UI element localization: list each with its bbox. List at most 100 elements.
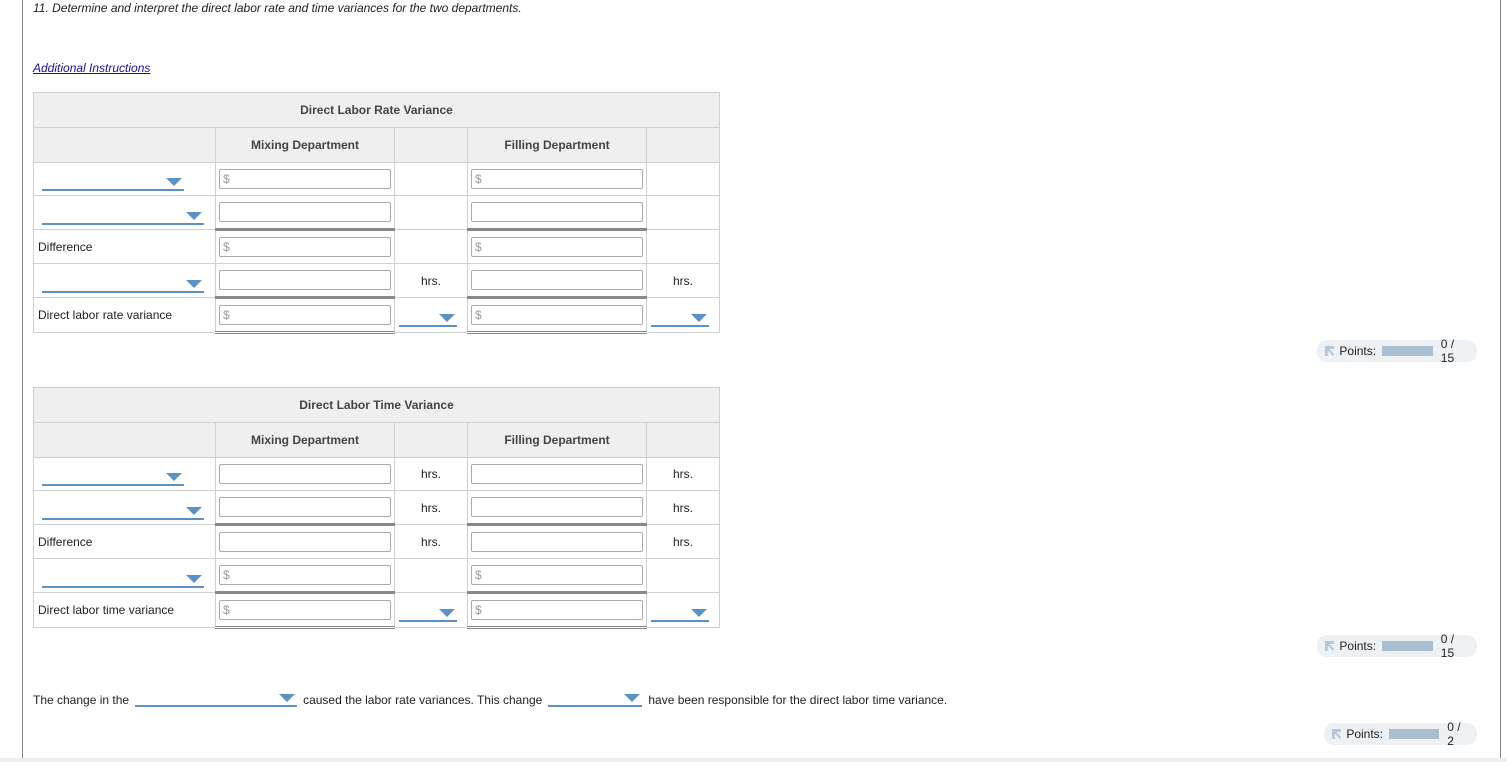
filling-input[interactable]: $ bbox=[471, 305, 643, 325]
sentence-part-2: caused the labor rate variances. This ch… bbox=[303, 693, 543, 707]
dollar-prefix: $ bbox=[475, 240, 482, 254]
dollar-prefix: $ bbox=[223, 603, 230, 617]
filling-input[interactable]: $ bbox=[471, 169, 643, 189]
dollar-prefix: $ bbox=[223, 172, 230, 186]
chevron-down-icon bbox=[186, 506, 202, 515]
time-col-filling: Filling Department bbox=[467, 422, 647, 458]
mixing-input[interactable]: $ bbox=[219, 565, 391, 585]
chevron-down-icon bbox=[624, 694, 641, 702]
dollar-prefix: $ bbox=[223, 308, 230, 322]
mixing-input[interactable] bbox=[219, 497, 391, 517]
filling-input[interactable]: $ bbox=[471, 565, 643, 585]
row-label: Direct labor rate variance bbox=[38, 308, 173, 322]
unit-label: hrs. bbox=[420, 467, 441, 481]
time-variance-table: Direct Labor Time Variance Mixing Depart… bbox=[33, 387, 720, 629]
additional-instructions-link[interactable]: Additional Instructions bbox=[33, 61, 150, 75]
table-row: hrs. hrs. bbox=[33, 457, 720, 491]
mixing-input[interactable]: $ bbox=[219, 237, 391, 257]
collapsed-panel-edge: ) bbox=[0, 296, 1, 327]
filling-input[interactable]: $ bbox=[471, 600, 643, 620]
table-row: Difference $ $ bbox=[33, 228, 720, 264]
chevron-down-icon bbox=[186, 279, 202, 288]
points-progress-bar bbox=[1389, 729, 1440, 739]
points-arrow-icon bbox=[1325, 346, 1335, 356]
chevron-down-icon bbox=[691, 609, 707, 617]
mixing-input[interactable]: $ bbox=[219, 305, 391, 325]
rate-variance-table: Direct Labor Rate Variance Mixing Depart… bbox=[33, 92, 720, 334]
row-label-select[interactable] bbox=[42, 269, 204, 293]
row-label-select[interactable] bbox=[42, 167, 184, 191]
bottom-border bbox=[0, 758, 1507, 762]
dollar-prefix: $ bbox=[475, 603, 482, 617]
table-row: $ $ bbox=[33, 162, 720, 196]
points-arrow-icon bbox=[1325, 641, 1335, 651]
mixing-input[interactable] bbox=[219, 270, 391, 290]
points-value: 0 / 15 bbox=[1440, 337, 1455, 365]
rate-points-badge: Points: 0 / 15 bbox=[1317, 337, 1477, 365]
row-label-select[interactable] bbox=[42, 496, 204, 520]
mixing-input[interactable]: $ bbox=[219, 169, 391, 189]
dollar-prefix: $ bbox=[475, 568, 482, 582]
filling-input[interactable]: $ bbox=[471, 237, 643, 257]
table-row: hrs. hrs. bbox=[33, 490, 720, 525]
row-label-select[interactable] bbox=[42, 462, 184, 486]
filling-input[interactable] bbox=[471, 202, 643, 222]
filling-input[interactable] bbox=[471, 464, 643, 484]
dollar-prefix: $ bbox=[475, 172, 482, 186]
filling-input[interactable] bbox=[471, 270, 643, 290]
mix-variance-type-select[interactable] bbox=[399, 598, 457, 622]
chevron-down-icon bbox=[691, 314, 707, 322]
mixing-input[interactable] bbox=[219, 532, 391, 552]
chevron-down-icon bbox=[166, 178, 182, 186]
table-row: Direct labor time variance $ $ bbox=[33, 591, 720, 629]
right-border bbox=[1500, 0, 1501, 762]
time-col-mixing: Mixing Department bbox=[215, 422, 395, 458]
points-progress-bar bbox=[1382, 346, 1433, 356]
fill-variance-type-select[interactable] bbox=[651, 598, 709, 622]
table-row bbox=[33, 195, 720, 230]
filling-input[interactable] bbox=[471, 532, 643, 552]
chevron-down-icon bbox=[439, 609, 455, 617]
table-row: $ $ bbox=[33, 558, 720, 593]
unit-label: hrs. bbox=[672, 500, 693, 515]
chevron-down-icon bbox=[186, 574, 202, 583]
points-value: 0 / 2 bbox=[1447, 720, 1461, 748]
interpretation-select-2[interactable] bbox=[548, 683, 643, 707]
unit-label: hrs. bbox=[420, 534, 441, 549]
points-label: Points: bbox=[1339, 344, 1377, 358]
sentence-part-1: The change in the bbox=[33, 693, 130, 707]
points-label: Points: bbox=[1346, 727, 1383, 741]
fill-variance-type-select[interactable] bbox=[651, 303, 709, 327]
row-label-select[interactable] bbox=[42, 564, 204, 588]
dollar-prefix: $ bbox=[223, 568, 230, 582]
unit-label: hrs. bbox=[672, 534, 693, 549]
chevron-down-icon bbox=[186, 211, 202, 220]
row-label: Difference bbox=[38, 239, 93, 254]
time-table-title: Direct Labor Time Variance bbox=[33, 387, 720, 423]
unit-label: hrs. bbox=[420, 273, 441, 288]
interp-points-badge: Points: 0 / 2 bbox=[1324, 720, 1477, 748]
filling-input[interactable] bbox=[471, 497, 643, 517]
table-row: Difference hrs. hrs. bbox=[33, 523, 720, 559]
left-border bbox=[22, 0, 23, 762]
unit-label: hrs. bbox=[420, 500, 441, 515]
rate-col-mixing: Mixing Department bbox=[215, 127, 395, 163]
mixing-input[interactable] bbox=[219, 202, 391, 222]
points-label: Points: bbox=[1339, 639, 1377, 653]
rate-table-title: Direct Labor Rate Variance bbox=[33, 92, 720, 128]
mix-variance-type-select[interactable] bbox=[399, 303, 457, 327]
chevron-down-icon bbox=[439, 314, 455, 322]
sentence-part-3: have been responsible for the direct lab… bbox=[648, 693, 948, 707]
row-label: Direct labor time variance bbox=[38, 603, 175, 617]
time-points-badge: Points: 0 / 15 bbox=[1317, 632, 1477, 660]
question-text: 11. Determine and interpret the direct l… bbox=[33, 1, 522, 15]
dollar-prefix: $ bbox=[223, 240, 230, 254]
unit-label: hrs. bbox=[672, 273, 693, 288]
row-label-select[interactable] bbox=[42, 201, 204, 225]
rate-col-filling: Filling Department bbox=[467, 127, 647, 163]
points-value: 0 / 15 bbox=[1440, 632, 1455, 660]
mixing-input[interactable]: $ bbox=[219, 600, 391, 620]
interpretation-sentence: The change in the caused the labor rate … bbox=[33, 683, 947, 707]
mixing-input[interactable] bbox=[219, 464, 391, 484]
interpretation-select-1[interactable] bbox=[135, 683, 298, 707]
